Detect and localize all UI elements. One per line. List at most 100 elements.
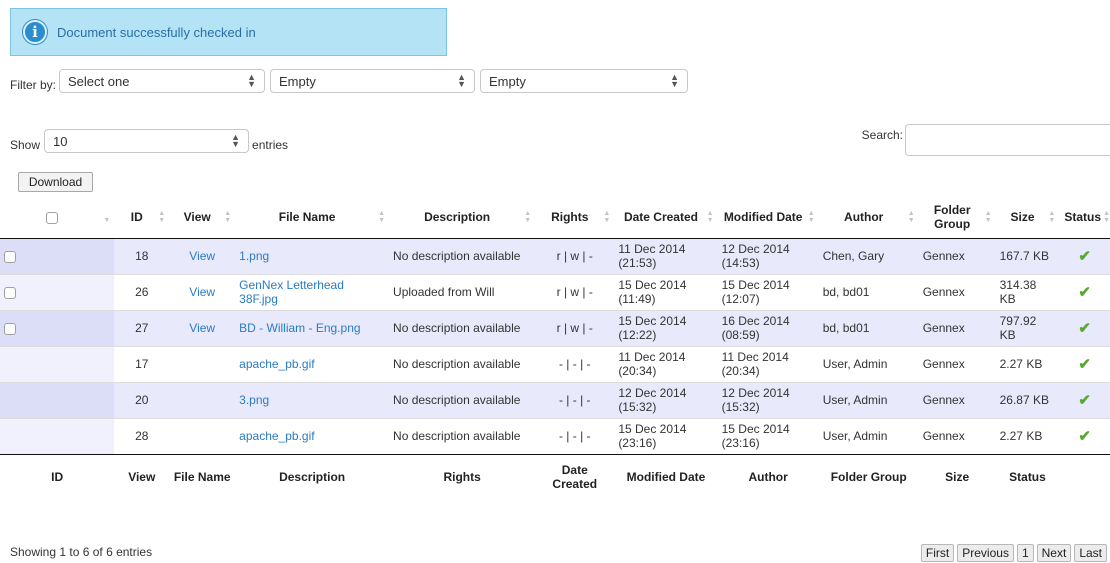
filter-select-3[interactable]: Empty ▲ ▼	[480, 69, 689, 93]
cell-size: 26.87 KB	[995, 381, 1060, 418]
page-1-button[interactable]: 1	[1016, 544, 1034, 562]
cell-size: 2.27 KB	[995, 345, 1060, 382]
cell-view[interactable]: View	[169, 273, 236, 310]
cell-folder-group: Gennex	[918, 273, 996, 310]
select-all-header[interactable]: ▼	[0, 196, 115, 239]
footer-description: Description	[235, 453, 390, 500]
cell-file-name-text[interactable]: apache_pb.gif	[239, 429, 314, 443]
cell-file-name-text[interactable]: 1.png	[239, 249, 269, 263]
cell-rights-text: r | w | -	[556, 249, 593, 263]
cell-date-created-text: 15 Dec 2014 (12:22)	[618, 314, 687, 342]
header-modified-date[interactable]: Modified Date ▲ ▼	[717, 196, 819, 239]
page-next-button[interactable]: Next	[1036, 544, 1072, 562]
cell-modified-date-text: 15 Dec 2014 (23:16)	[721, 422, 790, 450]
cell-file-name-text[interactable]: BD - William - Eng.png	[239, 321, 360, 335]
cell-description-text: No description available	[393, 393, 521, 407]
cell-file-name-text[interactable]: apache_pb.gif	[239, 357, 314, 371]
sort-icon: ▼	[103, 216, 111, 224]
select-all-checkbox[interactable]	[46, 211, 59, 224]
download-button[interactable]: Download	[18, 172, 93, 192]
row-checkbox[interactable]	[4, 250, 16, 263]
status-check-icon: ✔	[1059, 417, 1110, 454]
header-description-label: Description	[424, 209, 491, 224]
header-status-label: Status	[1064, 209, 1102, 224]
cell-id-text: 28	[135, 429, 149, 443]
cell-modified-date-text: 11 Dec 2014 (20:34)	[721, 350, 789, 378]
cell-size: 314.38 KB	[995, 273, 1060, 310]
cell-file-name[interactable]: 3.png	[235, 381, 390, 418]
cell-author-text: Chen, Gary	[822, 249, 885, 263]
page-last-button[interactable]: Last	[1074, 544, 1107, 562]
show-label: Show	[10, 138, 41, 152]
cell-id: 28	[114, 417, 170, 454]
cell-folder-group: Gennex	[918, 309, 996, 346]
table-row: 17 apache_pb.gif No description available -…	[0, 345, 1110, 382]
cell-author: User, Admin	[818, 345, 919, 382]
row-checkbox[interactable]	[4, 322, 16, 335]
cell-select	[0, 237, 115, 274]
sort-icon: ▲ ▼	[984, 209, 992, 224]
select-arrows-icon: ▲ ▼	[457, 72, 467, 89]
cell-author-text: User, Admin	[822, 393, 888, 407]
entries-select[interactable]: 10 ▲ ▼	[44, 129, 250, 153]
pagination: First Previous 1 Next Last	[920, 544, 1107, 562]
status-check-icon: ✔	[1059, 273, 1110, 310]
cell-file-name[interactable]: apache_pb.gif	[235, 417, 390, 454]
cell-size: 167.7 KB	[995, 237, 1060, 274]
cell-file-name-text[interactable]: GenNex Letterhead 38F.jpg	[239, 278, 344, 306]
filter-select-2[interactable]: Empty ▲ ▼	[270, 69, 476, 93]
search-input[interactable]	[905, 124, 1110, 156]
status-check-icon: ✔	[1059, 381, 1110, 418]
header-id[interactable]: ID ▲ ▼	[114, 196, 170, 239]
cell-view-text[interactable]: View	[189, 321, 215, 335]
cell-rights-text: r | w | -	[556, 285, 593, 299]
cell-file-name[interactable]: GenNex Letterhead 38F.jpg	[235, 273, 390, 310]
cell-size-text: 314.38 KB	[999, 278, 1037, 306]
header-modified-date-label: Modified Date	[723, 209, 803, 224]
cell-author: User, Admin	[818, 417, 919, 454]
footer-id: ID	[0, 453, 115, 500]
sort-icon: ▲ ▼	[224, 209, 232, 224]
cell-view-text[interactable]: View	[189, 249, 215, 263]
sort-icon: ▲ ▼	[378, 209, 386, 224]
header-row: ▼ ID ▲ ▼ View ▲ ▼ File Name ▲ ▼ Description ▲ ▼ …	[0, 196, 1110, 239]
cell-author-text: bd, bd01	[822, 321, 870, 335]
cell-author: bd, bd01	[818, 309, 919, 346]
cell-file-name[interactable]: apache_pb.gif	[235, 345, 390, 382]
cell-file-name-text[interactable]: 3.png	[239, 393, 269, 407]
header-rights[interactable]: Rights ▲ ▼	[535, 196, 615, 239]
status-check-icon-text: ✔	[1078, 356, 1091, 373]
page-first-button[interactable]: First	[920, 544, 955, 562]
cell-rights: r | w | -	[535, 309, 615, 346]
header-view[interactable]: View ▲ ▼	[169, 196, 236, 239]
cell-id: 17	[114, 345, 170, 382]
cell-description-text: No description available	[393, 249, 521, 263]
page-previous-button[interactable]: Previous	[957, 544, 1014, 562]
table-row: 18 View 1.png No description available r | w…	[0, 237, 1110, 274]
cell-file-name[interactable]: 1.png	[235, 237, 390, 274]
cell-view[interactable]: View	[169, 309, 236, 346]
cell-view[interactable]: View	[169, 237, 236, 274]
cell-id-text: 27	[135, 321, 149, 335]
cell-rights: r | w | -	[535, 273, 615, 310]
sort-icon: ▲ ▼	[907, 209, 915, 224]
header-description[interactable]: Description ▲ ▼	[389, 196, 536, 239]
header-status[interactable]: Status ▲ ▼	[1059, 196, 1110, 239]
row-checkbox[interactable]	[4, 286, 16, 299]
cell-file-name[interactable]: BD - William - Eng.png	[235, 309, 390, 346]
status-check-icon-text: ✔	[1078, 320, 1091, 337]
header-folder-group[interactable]: Folder Group ▲ ▼	[918, 196, 996, 239]
status-check-icon-text: ✔	[1078, 428, 1091, 445]
filter-select-1[interactable]: Select one ▲ ▼	[59, 69, 266, 93]
table-row: 26 View GenNex Letterhead 38F.jpg Uploaded …	[0, 273, 1110, 310]
header-file-name[interactable]: File Name ▲ ▼	[235, 196, 390, 239]
cell-view-text[interactable]: View	[189, 285, 215, 299]
header-size[interactable]: Size ▲ ▼	[995, 196, 1060, 239]
cell-date-created-text: 11 Dec 2014 (20:34)	[618, 350, 686, 378]
header-author[interactable]: Author ▲ ▼	[818, 196, 919, 239]
header-date-created[interactable]: Date Created ▲ ▼	[614, 196, 718, 239]
cell-description-text: No description available	[393, 429, 521, 443]
cell-id-text: 17	[135, 357, 149, 371]
cell-description: No description available	[389, 309, 536, 346]
alert-message: Document successfully checked in	[57, 24, 256, 40]
